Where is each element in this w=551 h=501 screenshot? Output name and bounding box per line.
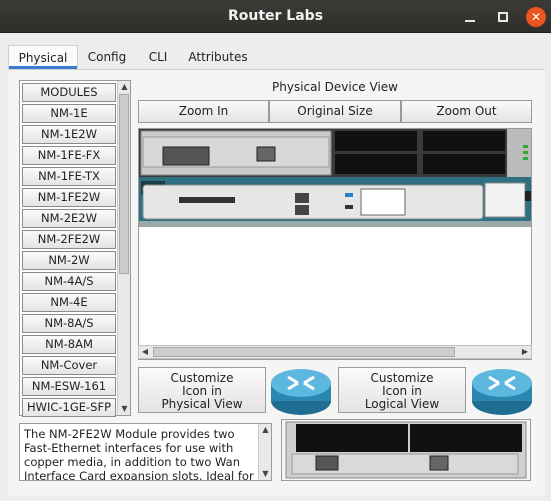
tab-attributes-label: Attributes [188, 50, 248, 64]
description-scrollbar[interactable]: ▲ ▼ [258, 424, 271, 480]
device-view-scroll-thumb[interactable] [153, 347, 455, 357]
original-size-button[interactable]: Original Size [269, 100, 401, 123]
customize-logical-icon-button[interactable]: Customize Icon in Logical View [338, 367, 466, 413]
tab-config[interactable]: Config [80, 45, 134, 69]
router-chassis-image [139, 129, 531, 227]
module-item[interactable]: NM-1E [22, 104, 116, 123]
customize-physical-icon-button[interactable]: Customize Icon in Physical View [138, 367, 266, 413]
module-item[interactable]: NM-2FE2W [22, 230, 116, 249]
module-item[interactable]: NM-1FE-FX [22, 146, 116, 165]
module-item[interactable]: NM-2W [22, 251, 116, 270]
scroll-left-icon[interactable]: ◀ [139, 346, 151, 358]
router-logical-icon [471, 365, 532, 417]
module-item[interactable]: NM-4A/S [22, 272, 116, 291]
zoom-in-button[interactable]: Zoom In [138, 100, 269, 123]
module-description-text: The NM-2FE2W Module provides two Fast-Et… [24, 427, 254, 481]
module-item[interactable]: NM-1FE2W [22, 188, 116, 207]
modules-scrollbar[interactable]: ▲ ▼ [117, 81, 130, 415]
zoom-out-button[interactable]: Zoom Out [401, 100, 532, 123]
router-physical-icon [270, 365, 331, 417]
device-viewport[interactable] [138, 128, 532, 360]
modules-scroll-thumb[interactable] [119, 94, 129, 274]
modules-header: MODULES [22, 83, 116, 102]
maximize-button[interactable] [493, 7, 513, 27]
maximize-icon [498, 12, 508, 22]
tab-physical[interactable]: Physical [8, 45, 78, 69]
scroll-up-icon[interactable]: ▲ [118, 81, 131, 93]
module-item[interactable]: NM-8AM [22, 335, 116, 354]
modules-list[interactable]: MODULES NM-1E NM-1E2W NM-1FE-FX NM-1FE-TX NM… [19, 80, 131, 417]
module-item[interactable]: NM-1FE-TX [22, 167, 116, 186]
module-item[interactable]: NM-Cover [22, 356, 116, 375]
module-preview [281, 419, 531, 481]
tab-config-label: Config [87, 50, 127, 64]
close-icon: ✕ [530, 10, 542, 24]
tab-attributes[interactable]: Attributes [182, 45, 254, 69]
scroll-down-icon[interactable]: ▼ [118, 403, 131, 415]
tab-cli-label: CLI [148, 50, 168, 64]
device-view-horizontal-scrollbar[interactable]: ◀ ▶ [138, 345, 532, 359]
description-scroll-up-icon[interactable]: ▲ [259, 424, 271, 436]
tab-physical-label: Physical [18, 51, 68, 65]
minimize-button[interactable] [460, 7, 480, 27]
customize-logical-line3: Logical View [364, 397, 440, 411]
physical-device-view-label: Physical Device View [272, 80, 398, 94]
module-item[interactable]: NM-ESW-161 [22, 377, 116, 396]
module-item[interactable]: NM-2E2W [22, 209, 116, 228]
module-item[interactable]: NM-8A/S [22, 314, 116, 333]
module-preview-image [285, 421, 527, 479]
module-item[interactable]: HWIC-1GE-SFP [22, 398, 116, 417]
close-button[interactable]: ✕ [526, 7, 546, 27]
module-item[interactable]: NM-4E [22, 293, 116, 312]
title-bar: Router Labs ✕ [0, 0, 551, 33]
tab-cli[interactable]: CLI [136, 45, 180, 69]
module-description: The NM-2FE2W Module provides two Fast-Et… [19, 423, 272, 481]
customize-physical-line3: Physical View [161, 397, 243, 411]
description-scroll-down-icon[interactable]: ▼ [259, 468, 271, 480]
minimize-icon [465, 20, 475, 22]
scroll-right-icon[interactable]: ▶ [519, 346, 531, 358]
module-item[interactable]: NM-1E2W [22, 125, 116, 144]
